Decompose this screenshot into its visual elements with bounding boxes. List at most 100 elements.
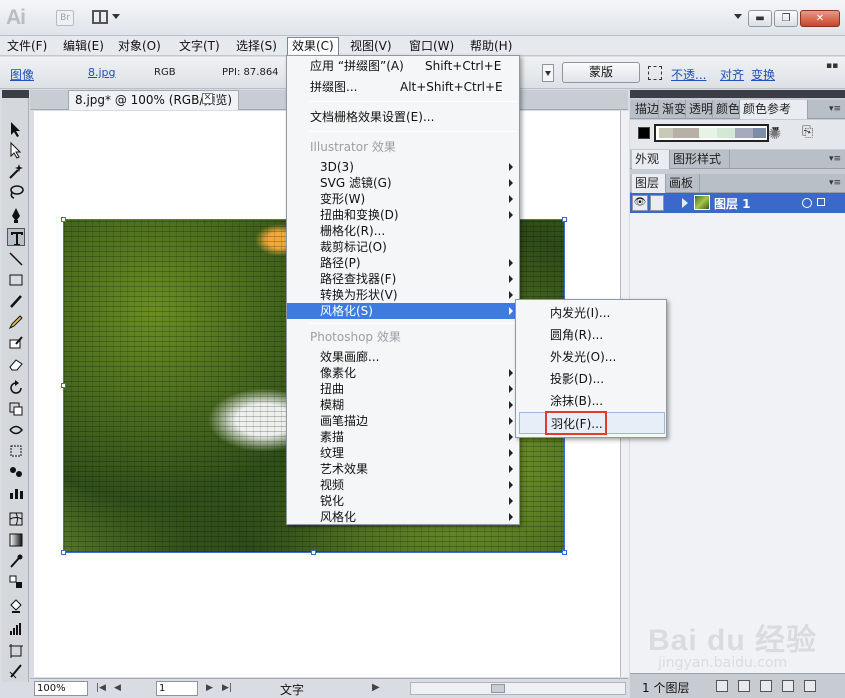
mask-button[interactable]: 蒙版 (562, 62, 640, 83)
delete-layer-icon[interactable] (804, 680, 816, 692)
horizontal-scrollbar[interactable] (410, 682, 626, 695)
tab-artboards[interactable]: 画板 (666, 174, 700, 193)
close-button[interactable]: ✕ (800, 10, 840, 27)
tab-color[interactable]: 颜色 (713, 100, 740, 119)
first-page-icon[interactable]: |◀ (96, 683, 106, 693)
menu-item-effect-gallery[interactable]: 效果画廊... (287, 349, 519, 365)
tab-appearance[interactable]: 外观 (632, 150, 670, 169)
align-link[interactable]: 对齐 (720, 66, 744, 83)
target-circle-icon[interactable] (802, 198, 812, 208)
menu-item-round-corners[interactable]: 圆角(R)... (516, 324, 666, 346)
tab-graphic-styles[interactable]: 图形样式 (670, 150, 730, 169)
page-field[interactable]: 1 (156, 681, 198, 696)
menu-item-rasterize[interactable]: 栅格化(R)... (287, 223, 519, 239)
menu-item-distort[interactable]: 扭曲 (287, 381, 519, 397)
menu-view[interactable]: 视图(V) (346, 37, 396, 55)
menu-item-video[interactable]: 视频 (287, 477, 519, 493)
panel-dock-header[interactable] (630, 90, 845, 98)
menu-select[interactable]: 选择(S) (232, 37, 281, 55)
menu-item-last-effect[interactable]: 拼缀图... Alt+Shift+Ctrl+E (287, 79, 519, 95)
menu-help[interactable]: 帮助(H) (466, 37, 516, 55)
menu-object[interactable]: 对象(O) (114, 37, 165, 55)
panel-menu-icon[interactable]: ▾≡ (829, 154, 841, 164)
save-color-group-icon[interactable]: ⎘ (802, 124, 813, 140)
tab-stroke[interactable]: 描边 (632, 100, 659, 119)
menu-item-stylize-ps[interactable]: 风格化 (287, 509, 519, 525)
tab-transparency[interactable]: 透明 (686, 100, 713, 119)
layer-row[interactable]: 👁 图层 1 (630, 193, 845, 213)
pencil-tool-icon[interactable] (7, 313, 25, 331)
paintbrush-tool-icon[interactable] (7, 292, 25, 310)
menu-item-brush-strokes[interactable]: 画笔描边 (287, 413, 519, 429)
next-page-icon[interactable]: ▶ (206, 683, 213, 693)
menu-item-pixelate[interactable]: 像素化 (287, 365, 519, 381)
blob-brush-tool-icon[interactable] (7, 334, 25, 352)
bounding-box-handle[interactable] (311, 550, 316, 555)
new-sublayer-icon[interactable] (760, 680, 772, 692)
zoom-field[interactable]: 100% (34, 681, 88, 696)
document-tab[interactable]: 8.jpg* @ 100% (RGB/预览) (68, 90, 240, 110)
tab-gradient[interactable]: 渐变 (659, 100, 686, 119)
transform-link[interactable]: 变换 (751, 66, 775, 83)
status-text[interactable]: 文字 (280, 681, 304, 698)
menu-item-pathfinder[interactable]: 路径查找器(F) (287, 271, 519, 287)
mesh-tool-icon[interactable] (7, 510, 25, 528)
menu-item-convert-to-shape[interactable]: 转换为形状(V) (287, 287, 519, 303)
menu-item-apply-last[interactable]: 应用 “拼缀图”(A) Shift+Ctrl+E (287, 58, 519, 74)
menu-effect[interactable]: 效果(C) (287, 37, 339, 55)
locate-object-icon[interactable] (716, 680, 728, 692)
bounding-box-handle[interactable] (562, 217, 567, 222)
menu-item-warp[interactable]: 变形(W) (287, 191, 519, 207)
linked-file-link[interactable]: 8.jpg (88, 66, 116, 79)
menu-item-sharpen[interactable]: 锐化 (287, 493, 519, 509)
panel-menu-icon[interactable]: ▾≡ (829, 178, 841, 188)
lasso-tool-icon[interactable] (7, 183, 25, 201)
symbol-sprayer-tool-icon[interactable] (7, 463, 25, 481)
live-paint-bucket-tool-icon[interactable] (7, 597, 25, 615)
menu-item-raster-settings[interactable]: 文档栅格效果设置(E)... (287, 109, 519, 125)
restore-button[interactable]: ❐ (774, 10, 798, 27)
warp-tool-icon[interactable] (7, 421, 25, 439)
magic-wand-tool-icon[interactable] (7, 162, 25, 180)
menu-item-sketch[interactable]: 素描 (287, 429, 519, 445)
menu-item-inner-glow[interactable]: 内发光(I)... (516, 302, 666, 324)
menu-item-scribble[interactable]: 涂抹(B)... (516, 390, 666, 412)
menu-item-texture[interactable]: 纹理 (287, 445, 519, 461)
lock-toggle-icon[interactable] (650, 195, 664, 211)
menu-item-3d[interactable]: 3D(3) (287, 159, 519, 175)
menu-item-artistic[interactable]: 艺术效果 (287, 461, 519, 477)
swatch[interactable] (699, 128, 717, 138)
panel-menu-icon[interactable]: ▾≡ (829, 104, 841, 114)
edit-colors-icon[interactable]: ✺ (768, 124, 781, 143)
menu-edit[interactable]: 编辑(E) (59, 37, 108, 55)
blend-tool-icon[interactable] (7, 573, 25, 591)
direct-selection-tool-icon[interactable] (7, 141, 25, 159)
selection-indicator-icon[interactable] (817, 198, 825, 206)
swatch[interactable] (717, 128, 735, 138)
arrange-documents-button[interactable] (92, 9, 122, 27)
eyedropper-tool-icon[interactable] (7, 552, 25, 570)
swatch[interactable] (735, 128, 753, 138)
opacity-link[interactable]: 不透... (671, 66, 706, 83)
swatch[interactable] (753, 128, 766, 138)
bounding-box-handle[interactable] (61, 217, 66, 222)
workspace-switcher-chevron-icon[interactable] (734, 14, 742, 19)
last-page-icon[interactable]: ▶| (222, 683, 232, 693)
swatch[interactable] (659, 128, 673, 138)
base-color-swatch[interactable] (638, 127, 650, 139)
type-tool-icon[interactable] (7, 228, 25, 246)
menu-item-outer-glow[interactable]: 外发光(O)... (516, 346, 666, 368)
scroll-thumb[interactable] (491, 684, 505, 693)
scale-tool-icon[interactable] (7, 400, 25, 418)
free-transform-tool-icon[interactable] (7, 442, 25, 460)
bounding-box-handle[interactable] (562, 550, 567, 555)
rotate-tool-icon[interactable] (7, 379, 25, 397)
recolor-icon[interactable] (648, 66, 662, 80)
menu-file[interactable]: 文件(F) (3, 37, 51, 55)
minimize-button[interactable]: ▬ (748, 10, 772, 27)
pen-tool-icon[interactable] (7, 206, 25, 224)
menu-type[interactable]: 文字(T) (175, 37, 224, 55)
harmony-swatches[interactable] (654, 124, 769, 142)
tools-panel-header[interactable] (2, 90, 29, 98)
visibility-eye-icon[interactable]: 👁 (632, 195, 648, 211)
